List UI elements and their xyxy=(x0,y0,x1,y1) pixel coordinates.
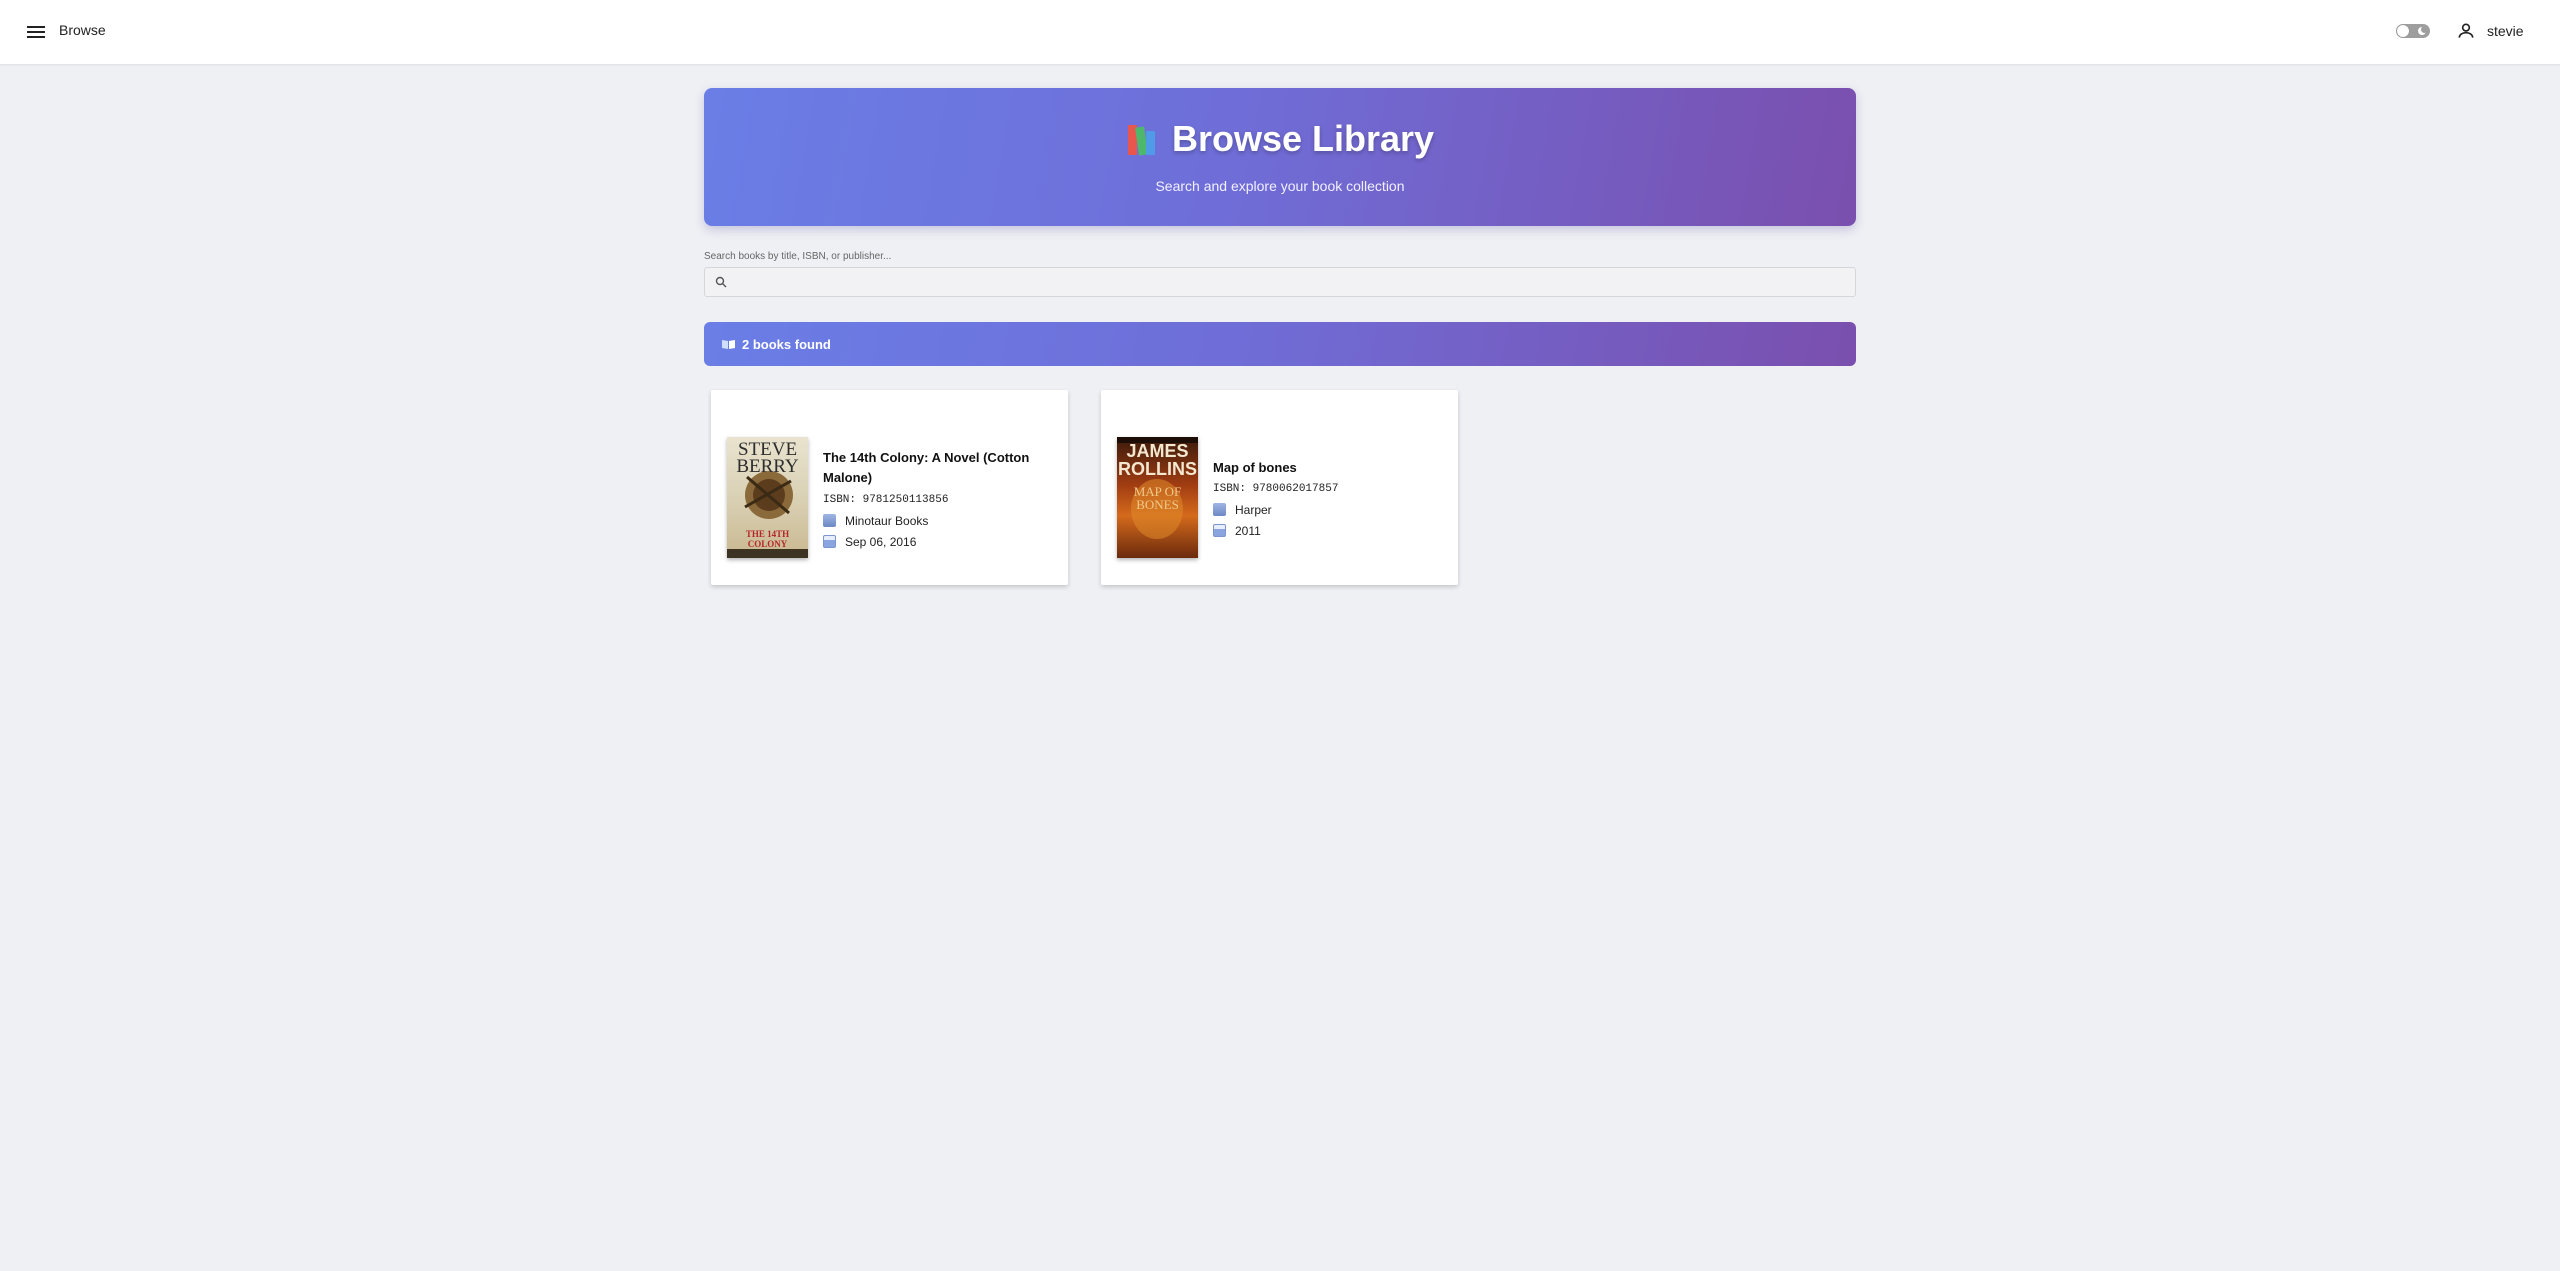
book-title[interactable]: The 14th Colony: A Novel (Cotton Malone) xyxy=(823,448,1053,488)
toggle-knob xyxy=(2397,25,2409,37)
book-title[interactable]: Map of bones xyxy=(1213,458,1443,478)
hero-banner: Browse Library Search and explore your b… xyxy=(704,88,1856,226)
search-input[interactable] xyxy=(733,270,1847,294)
book-card[interactable]: STEVE BERRY THE 14TH COLONY The 14th Col… xyxy=(711,390,1068,585)
search-label: Search books by title, ISBN, or publishe… xyxy=(704,251,892,262)
search-field[interactable] xyxy=(704,267,1856,297)
results-count: 2 books found xyxy=(742,337,831,352)
building-icon xyxy=(1213,503,1226,516)
calendar-icon xyxy=(823,535,836,548)
book-publisher-row: Minotaur Books xyxy=(823,514,928,528)
hero-title-row: Browse Library xyxy=(704,118,1856,160)
cover-author-text: JAMES ROLLINS xyxy=(1118,441,1197,479)
books-icon xyxy=(1126,121,1160,156)
building-icon xyxy=(823,514,836,527)
cover-title-text: MAP OF BONES xyxy=(1133,484,1182,512)
page-title: Browse xyxy=(59,22,106,38)
book-date: Sep 06, 2016 xyxy=(845,535,917,549)
book-publisher-row: Harper xyxy=(1213,503,1272,517)
theme-toggle[interactable] xyxy=(2396,24,2430,38)
moon-icon xyxy=(2418,26,2428,35)
book-isbn: ISBN: 9780062017857 xyxy=(1213,483,1339,495)
book-date: 2011 xyxy=(1235,524,1261,538)
book-date-row: Sep 06, 2016 xyxy=(823,535,916,549)
hamburger-menu-icon[interactable] xyxy=(24,20,48,44)
cover-title-text: THE 14TH COLONY xyxy=(745,529,790,549)
top-app-bar: Browse stevie xyxy=(0,0,2560,64)
book-publisher: Minotaur Books xyxy=(845,514,929,528)
calendar-icon xyxy=(1213,524,1226,537)
hero-title: Browse Library xyxy=(1171,118,1435,159)
user-icon[interactable] xyxy=(2456,21,2476,41)
search-icon xyxy=(715,276,727,288)
results-count-bar: 2 books found xyxy=(704,322,1856,366)
book-date-row: 2011 xyxy=(1213,524,1261,538)
hero-subtitle: Search and explore your book collection xyxy=(1155,178,1405,194)
username-label[interactable]: stevie xyxy=(2487,23,2524,39)
book-cover-image: STEVE BERRY THE 14TH COLONY xyxy=(727,437,808,558)
book-card[interactable]: JAMES ROLLINS MAP OF BONES Map of bones … xyxy=(1101,390,1458,585)
book-publisher: Harper xyxy=(1235,503,1272,517)
book-isbn: ISBN: 9781250113856 xyxy=(823,494,949,506)
book-cover-image: JAMES ROLLINS MAP OF BONES xyxy=(1117,437,1198,558)
cover-author-text: STEVE BERRY xyxy=(736,439,799,477)
open-book-icon xyxy=(722,340,735,349)
